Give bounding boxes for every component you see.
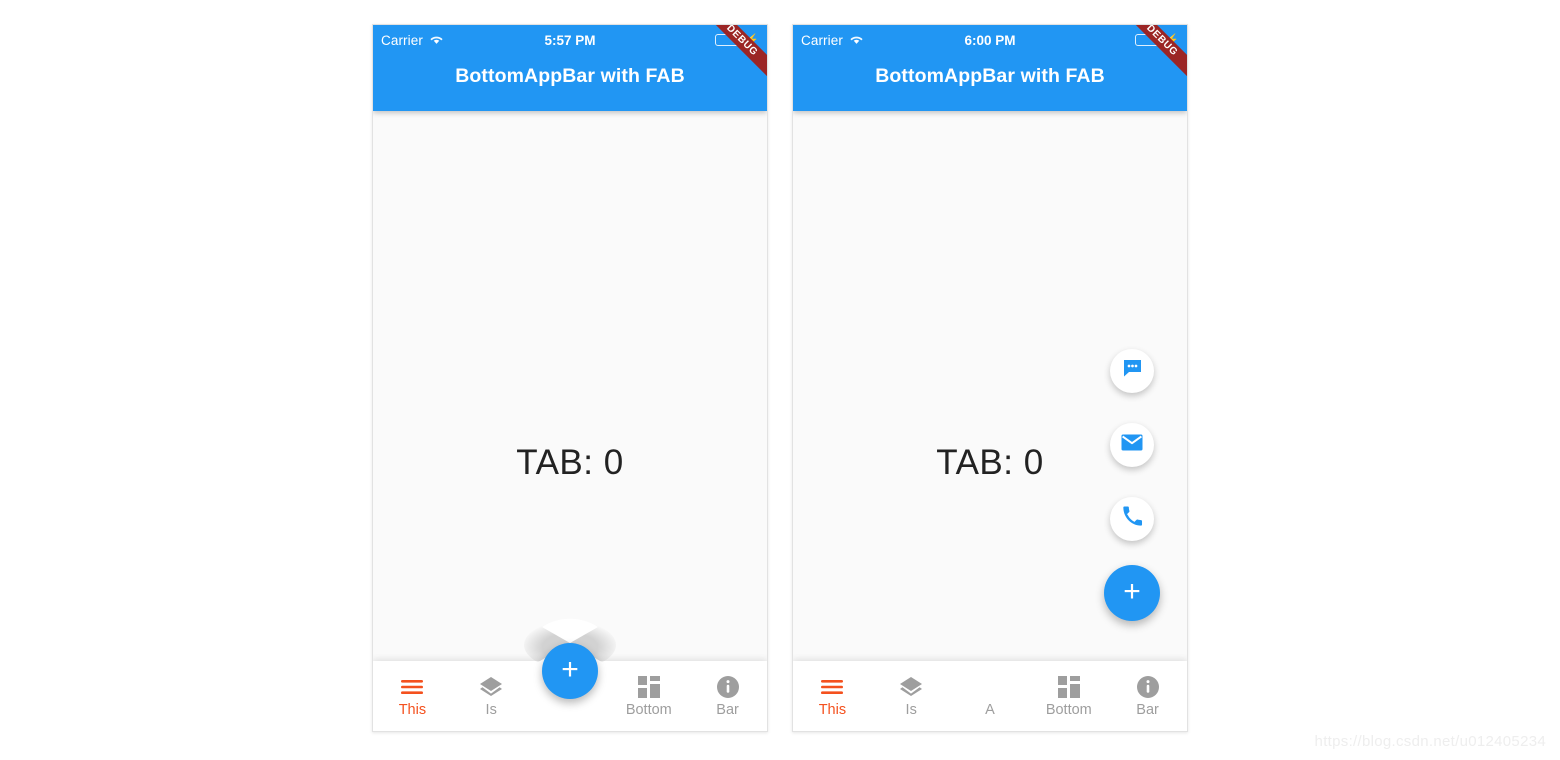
- nav-item-bar[interactable]: Bar: [688, 661, 767, 731]
- floating-action-button[interactable]: +: [542, 643, 598, 699]
- status-bar-left: Carrier 5:57 PM ⚡: [373, 25, 767, 55]
- wifi-icon: [429, 33, 444, 48]
- screen-body-left: TAB: 0 This Is Bottom Bar +: [373, 111, 767, 731]
- info-icon: [716, 675, 739, 699]
- chat-bubble-icon: [1122, 358, 1143, 384]
- floating-action-button-2[interactable]: +: [1104, 565, 1160, 621]
- nav-item-this[interactable]: This: [373, 661, 452, 731]
- nav-item-bar-2[interactable]: Bar: [1108, 661, 1187, 731]
- nav-label-this-2: This: [818, 701, 847, 718]
- dashboard-icon-2: [1057, 675, 1080, 699]
- wifi-icon-2: [849, 33, 864, 48]
- status-bar-left-group: Carrier: [381, 33, 444, 48]
- nav-item-is-2[interactable]: Is: [872, 661, 951, 731]
- nav-label-a: A: [985, 701, 995, 718]
- page-title-2: BottomAppBar with FAB: [875, 65, 1105, 87]
- info-icon-2: [1136, 675, 1159, 699]
- phone-left: Carrier 5:57 PM ⚡ BottomAppBar with FAB …: [372, 24, 768, 732]
- layers-icon-2: [899, 675, 923, 699]
- mini-fab-mail[interactable]: [1110, 423, 1154, 467]
- tab-counter-text: TAB: 0: [516, 443, 624, 482]
- nav-label-bar-2: Bar: [1136, 701, 1159, 718]
- bottom-app-bar-right: This Is A Bottom Bar: [793, 661, 1187, 731]
- nav-label-bottom-2: Bottom: [1045, 701, 1092, 718]
- screen-body-right: TAB: 0 + This Is A Bottom Bar: [793, 111, 1187, 731]
- nav-label-bottom: Bottom: [625, 701, 672, 718]
- nav-label-is: Is: [485, 701, 497, 718]
- menu-icon-2: [821, 675, 844, 699]
- status-bar-left-group-2: Carrier: [801, 33, 864, 48]
- nav-item-bottom-2[interactable]: Bottom: [1029, 661, 1108, 731]
- menu-icon: [401, 675, 424, 699]
- nav-item-a[interactable]: A: [951, 661, 1030, 731]
- carrier-label: Carrier: [381, 32, 423, 48]
- carrier-label-2: Carrier: [801, 32, 843, 48]
- phone-right: Carrier 6:00 PM ⚡ BottomAppBar with FAB …: [792, 24, 1188, 732]
- envelope-icon: [1121, 434, 1143, 456]
- status-bar-right: Carrier 6:00 PM ⚡: [793, 25, 1187, 55]
- nav-item-is[interactable]: Is: [452, 661, 531, 731]
- plus-icon-2: +: [1123, 574, 1141, 608]
- nav-item-this-2[interactable]: This: [793, 661, 872, 731]
- nav-item-bottom[interactable]: Bottom: [609, 661, 688, 731]
- app-bar-left: Carrier 5:57 PM ⚡ BottomAppBar with FAB …: [373, 25, 767, 111]
- phone-icon: [1122, 506, 1143, 532]
- layers-icon: [479, 675, 503, 699]
- mini-fab-chat[interactable]: [1110, 349, 1154, 393]
- nav-label-bar: Bar: [716, 701, 739, 718]
- plus-icon: +: [561, 652, 579, 686]
- dashboard-icon: [637, 675, 660, 699]
- nav-label-this: This: [398, 701, 427, 718]
- nav-label-is-2: Is: [905, 701, 917, 718]
- mini-fab-phone[interactable]: [1110, 497, 1154, 541]
- page-title: BottomAppBar with FAB: [455, 65, 685, 87]
- watermark: https://blog.csdn.net/u012405234: [1314, 733, 1546, 750]
- app-bar-right: Carrier 6:00 PM ⚡ BottomAppBar with FAB …: [793, 25, 1187, 111]
